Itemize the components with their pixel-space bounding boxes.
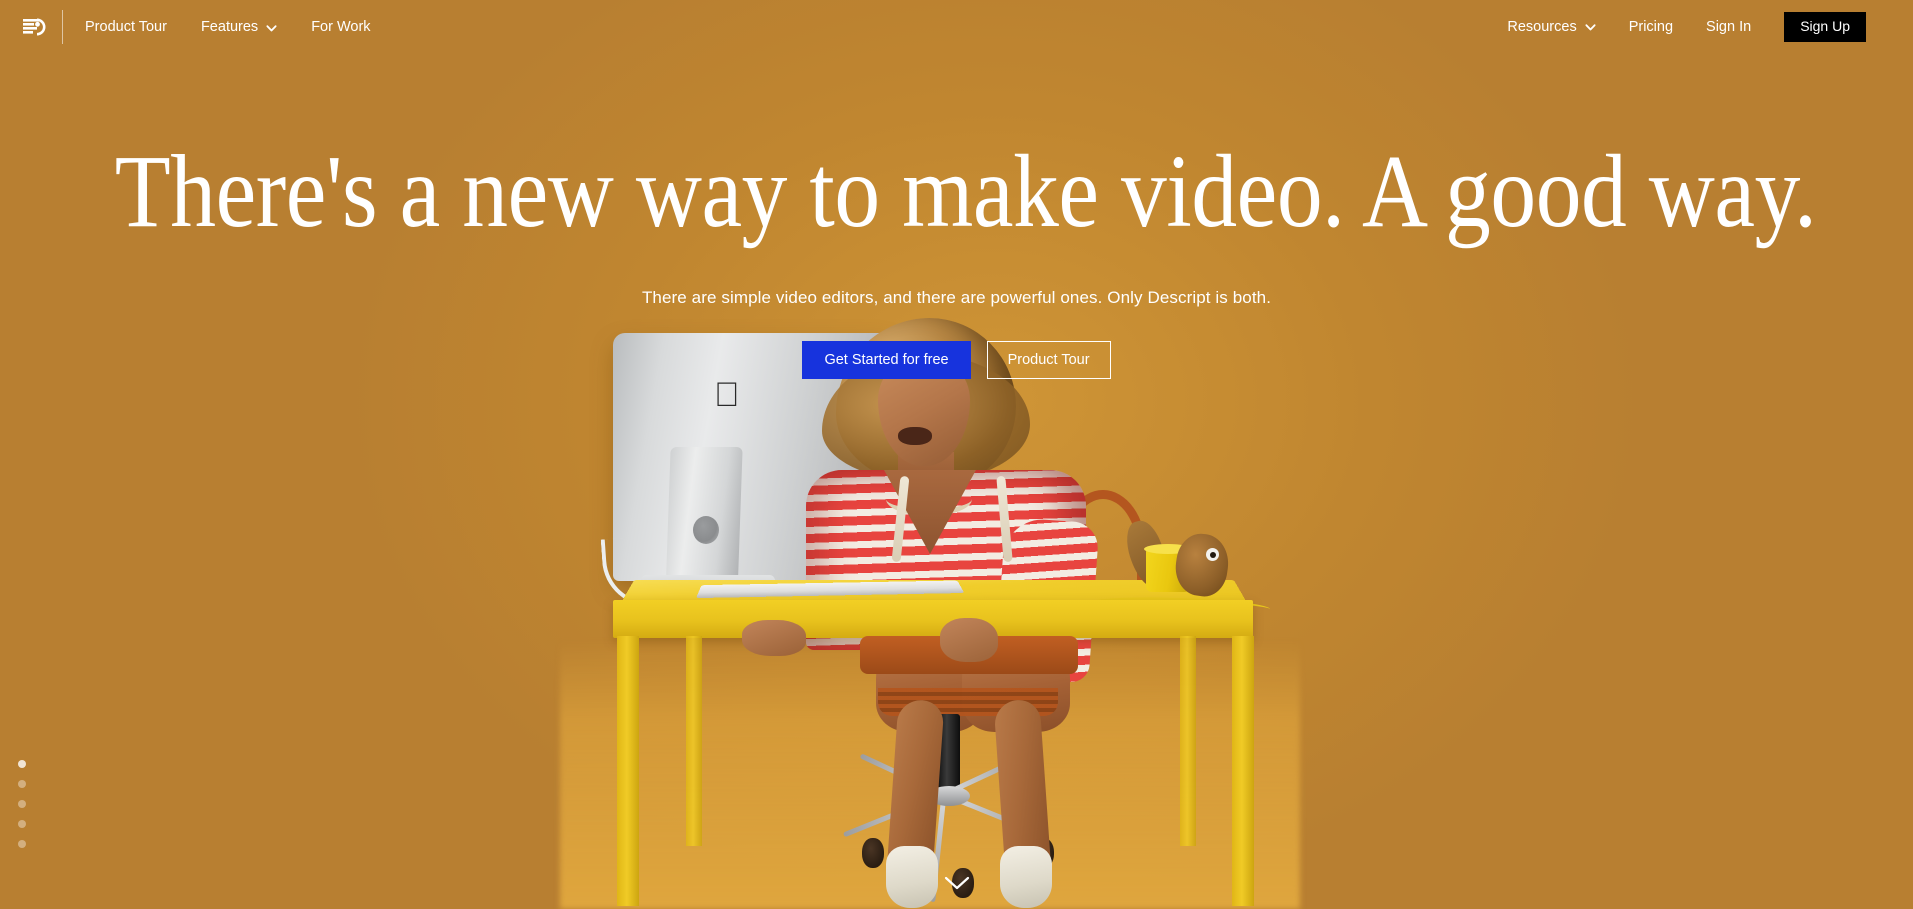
carousel-dot-3[interactable] — [18, 800, 26, 808]
desk-leg-back-right — [1180, 636, 1196, 846]
desk-leg-front-left — [617, 636, 639, 906]
person-mouth — [898, 427, 932, 445]
desk-leg-front-right — [1232, 636, 1254, 906]
nav-item-resources[interactable]: Resources — [1507, 18, 1596, 35]
nav-item-pricing[interactable]: Pricing — [1629, 19, 1673, 35]
carousel-dots — [18, 760, 26, 848]
desk-leg-back-left — [686, 636, 702, 846]
chevron-down-icon — [266, 22, 277, 33]
apple-logo-icon:  — [714, 378, 744, 413]
top-navigation-bar: Product Tour Features For Work Resources — [0, 0, 1913, 54]
person-right-hand — [940, 618, 998, 662]
person-left-hand — [742, 620, 806, 656]
scroll-down-chevron-icon[interactable] — [944, 876, 970, 895]
chair-caster — [862, 838, 884, 868]
nav-item-sign-in[interactable]: Sign In — [1706, 19, 1751, 35]
person-right-sock — [1000, 846, 1052, 908]
hero-background-photo:  — [0, 0, 1913, 909]
desk-edge — [613, 600, 1253, 638]
get-started-button[interactable]: Get Started for free — [802, 341, 971, 379]
nav-item-label: Features — [200, 19, 259, 35]
descript-logo-icon[interactable] — [20, 14, 46, 40]
nav-item-product-tour[interactable]: Product Tour — [85, 19, 167, 35]
nav-divider — [62, 10, 63, 44]
carousel-dot-1[interactable] — [18, 760, 26, 768]
nav-item-label: Sign In — [1706, 18, 1752, 35]
nav-item-label: Pricing — [1628, 18, 1674, 35]
product-tour-button[interactable]: Product Tour — [986, 341, 1111, 379]
carousel-dot-2[interactable] — [18, 780, 26, 788]
nav-right-group: Resources Pricing Sign In Sign Up — [1507, 11, 1913, 43]
carousel-dot-4[interactable] — [18, 820, 26, 828]
carousel-dot-5[interactable] — [18, 840, 26, 848]
nav-item-label: For Work — [311, 19, 371, 35]
nav-item-label: Product Tour — [85, 19, 167, 35]
nav-item-features[interactable]: Features — [201, 19, 277, 35]
nav-item-label: Resources — [1507, 18, 1577, 35]
toy-eye — [1206, 548, 1219, 561]
nav-item-for-work[interactable]: For Work — [311, 19, 370, 35]
person-left-sock — [886, 846, 938, 908]
nav-left-group: Product Tour Features For Work — [0, 10, 405, 44]
chevron-down-icon — [1585, 21, 1596, 32]
sign-up-button[interactable]: Sign Up — [1784, 11, 1866, 43]
page-root:  — [0, 0, 1913, 909]
hero-cta-row: Get Started for free Product Tour — [0, 341, 1913, 379]
